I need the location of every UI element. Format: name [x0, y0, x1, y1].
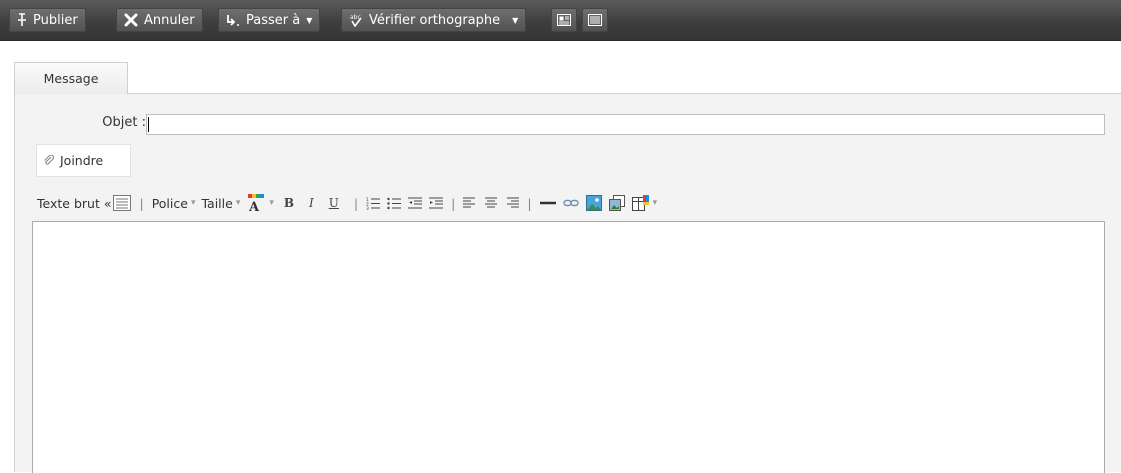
- separator: |: [353, 195, 359, 211]
- attach-label: Joindre: [60, 153, 104, 168]
- publish-label: Publier: [33, 12, 78, 28]
- editor-toolbar: Texte brut « | Police Taille A B I U | 1…: [37, 193, 657, 213]
- plain-text-icon: [113, 195, 132, 211]
- align-left-icon[interactable]: [463, 193, 476, 213]
- goto-button[interactable]: Passer à ▼: [218, 8, 321, 32]
- text-cursor: [148, 117, 149, 132]
- spellcheck-icon: abc: [349, 13, 363, 27]
- attach-button[interactable]: Joindre: [36, 144, 131, 177]
- size-label: Taille: [201, 195, 233, 211]
- top-toolbar: Publier Annuler Passer à ▼ abc Vérifier …: [0, 0, 1121, 41]
- message-body-editor[interactable]: [32, 221, 1105, 473]
- table-insert-button[interactable]: [631, 193, 658, 213]
- plain-text-label: Texte brut «: [37, 195, 112, 211]
- goto-label: Passer à: [246, 12, 301, 28]
- layout-icon: [557, 14, 571, 26]
- text-color-button[interactable]: A: [246, 193, 274, 213]
- cancel-label: Annuler: [144, 12, 195, 28]
- font-label: Police: [151, 195, 188, 211]
- bold-button[interactable]: B: [284, 193, 294, 213]
- separator: |: [139, 195, 144, 211]
- x-icon: [124, 13, 138, 27]
- spellcheck-label: Vérifier orthographe: [369, 12, 501, 28]
- spellcheck-button[interactable]: abc Vérifier orthographe ▼: [341, 8, 527, 32]
- svg-text:3: 3: [366, 206, 369, 210]
- outdent-icon[interactable]: [408, 193, 423, 213]
- align-center-icon[interactable]: [485, 193, 498, 213]
- pin-icon: [17, 13, 27, 27]
- document-view-button[interactable]: [582, 8, 608, 32]
- goto-icon: [226, 13, 240, 27]
- image-icon[interactable]: [585, 193, 602, 213]
- text-color-icon: A: [246, 194, 266, 212]
- font-dropdown[interactable]: Police: [152, 193, 196, 213]
- tab-message[interactable]: Message: [14, 62, 128, 94]
- table-icon: [631, 195, 650, 211]
- link-icon[interactable]: [562, 193, 579, 213]
- underline-button[interactable]: U: [329, 193, 339, 213]
- separator: |: [527, 195, 532, 211]
- align-right-icon[interactable]: [507, 193, 520, 213]
- cancel-button[interactable]: Annuler: [116, 8, 203, 32]
- ordered-list-icon[interactable]: 123: [366, 193, 381, 213]
- chevron-down-icon: ▼: [306, 15, 313, 25]
- bullet-list-icon[interactable]: [387, 193, 402, 213]
- italic-button[interactable]: I: [309, 193, 314, 213]
- layout-view-button[interactable]: [551, 8, 577, 32]
- media-icon[interactable]: [608, 193, 625, 213]
- separator: |: [451, 195, 456, 211]
- size-dropdown[interactable]: Taille: [201, 193, 240, 213]
- svg-text:A: A: [248, 200, 260, 212]
- plain-text-button[interactable]: Texte brut «: [37, 193, 132, 213]
- paperclip-icon: [43, 154, 55, 167]
- publish-button[interactable]: Publier: [9, 8, 86, 32]
- horizontal-rule-icon[interactable]: [539, 193, 556, 213]
- subject-label: Objet :: [102, 115, 146, 130]
- subject-input[interactable]: [146, 114, 1105, 135]
- tab-label: Message: [43, 71, 99, 86]
- message-panel: Objet : Joindre Texte brut « | Police Ta…: [14, 93, 1121, 473]
- document-icon: [588, 14, 602, 26]
- chevron-down-icon: ▼: [512, 15, 519, 25]
- indent-icon[interactable]: [429, 193, 444, 213]
